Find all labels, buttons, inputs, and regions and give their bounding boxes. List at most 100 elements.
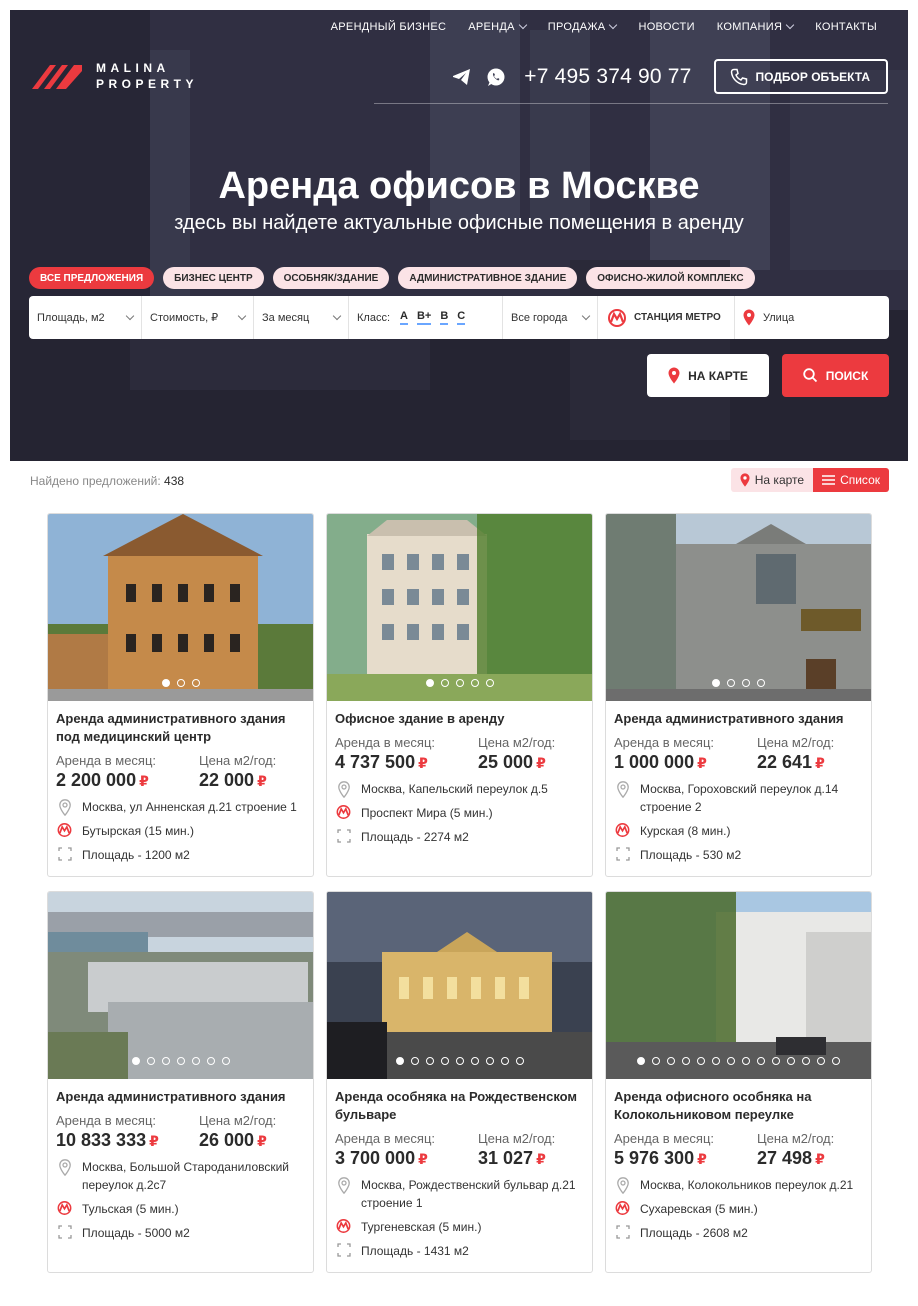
pill-office-residential[interactable]: Офисно-жилой комплекс bbox=[586, 267, 755, 289]
photo-carousel-dots[interactable] bbox=[327, 1057, 592, 1065]
pill-business-center[interactable]: Бизнес центр bbox=[163, 267, 264, 289]
carousel-dot[interactable] bbox=[682, 1057, 690, 1065]
listing-photo[interactable] bbox=[606, 514, 871, 701]
carousel-dot[interactable] bbox=[727, 1057, 735, 1065]
pill-mansion-building[interactable]: Особняк/здание bbox=[272, 267, 390, 289]
carousel-dot[interactable] bbox=[500, 1057, 509, 1065]
carousel-dot[interactable] bbox=[470, 1057, 479, 1065]
nav-item-rent[interactable]: Аренда bbox=[457, 20, 537, 33]
area-select[interactable]: Площадь, м2 bbox=[29, 296, 142, 339]
carousel-dot[interactable] bbox=[440, 679, 449, 687]
carousel-dot[interactable] bbox=[817, 1057, 825, 1065]
carousel-dot[interactable] bbox=[727, 679, 735, 687]
nav-item-news[interactable]: Новости bbox=[627, 21, 705, 33]
photo-carousel-dots[interactable] bbox=[327, 679, 592, 687]
carousel-dot[interactable] bbox=[485, 1057, 494, 1065]
carousel-dot[interactable] bbox=[712, 679, 720, 687]
listing-photo[interactable] bbox=[327, 892, 592, 1079]
listing-photo[interactable] bbox=[606, 892, 871, 1079]
whatsapp-icon[interactable] bbox=[486, 67, 506, 87]
carousel-dot[interactable] bbox=[712, 1057, 720, 1065]
listing-card[interactable]: Офисное здание в аренду Аренда в месяц: 4… bbox=[326, 513, 593, 877]
listing-title[interactable]: Аренда офисного особняка на Колокольнико… bbox=[614, 1088, 863, 1124]
phone-number[interactable]: +7 495 374 90 77 bbox=[524, 65, 691, 89]
class-a-toggle[interactable]: A bbox=[400, 310, 408, 325]
carousel-dot[interactable] bbox=[757, 1057, 765, 1065]
carousel-dot[interactable] bbox=[515, 1057, 524, 1065]
nav-item-sale[interactable]: Продажа bbox=[537, 20, 628, 33]
carousel-dot[interactable] bbox=[637, 1057, 645, 1065]
carousel-dot[interactable] bbox=[667, 1057, 675, 1065]
pill-administrative-building[interactable]: Административное здание bbox=[398, 267, 578, 289]
carousel-dot[interactable] bbox=[832, 1057, 840, 1065]
listing-card[interactable]: Аренда особняка на Рождественском бульва… bbox=[326, 891, 593, 1273]
carousel-dot[interactable] bbox=[191, 679, 200, 687]
period-select[interactable]: За месяц bbox=[254, 296, 349, 339]
carousel-dot[interactable] bbox=[425, 679, 434, 687]
carousel-dot[interactable] bbox=[757, 679, 765, 687]
carousel-dot[interactable] bbox=[410, 1057, 419, 1065]
carousel-dot[interactable] bbox=[742, 679, 750, 687]
carousel-dot[interactable] bbox=[146, 1057, 155, 1065]
carousel-dot[interactable] bbox=[772, 1057, 780, 1065]
view-map-button[interactable]: На карте bbox=[730, 468, 814, 492]
telegram-icon[interactable] bbox=[452, 68, 472, 86]
listing-card[interactable]: Аренда административного здания Аренда в… bbox=[605, 513, 872, 877]
logo[interactable]: MALINA PROPERTY bbox=[30, 60, 198, 92]
photo-carousel-dots[interactable] bbox=[48, 679, 313, 687]
carousel-dot[interactable] bbox=[787, 1057, 795, 1065]
listing-card[interactable]: Аренда административного здания Аренда в… bbox=[47, 891, 314, 1273]
carousel-dot[interactable] bbox=[742, 1057, 750, 1065]
carousel-dot[interactable] bbox=[131, 1057, 140, 1065]
carousel-dot[interactable] bbox=[161, 679, 170, 687]
photo-carousel-dots[interactable] bbox=[606, 679, 871, 687]
carousel-dot[interactable] bbox=[485, 679, 494, 687]
listing-card[interactable]: Аренда административного здания под меди… bbox=[47, 513, 314, 877]
metro-select[interactable]: СТАНЦИЯ МЕТРО bbox=[598, 296, 735, 339]
carousel-dot[interactable] bbox=[425, 1057, 434, 1065]
nav-item-rental-business[interactable]: Арендный бизнес bbox=[320, 21, 458, 33]
carousel-dot[interactable] bbox=[455, 679, 464, 687]
select-object-button[interactable]: ПОДБОР ОБЪЕКТА bbox=[713, 59, 888, 94]
cost-select[interactable]: Стоимость, ₽ bbox=[142, 296, 254, 339]
class-c-toggle[interactable]: C bbox=[457, 310, 466, 325]
class-b-plus-toggle[interactable]: B+ bbox=[416, 310, 432, 325]
listing-photo[interactable] bbox=[48, 514, 313, 701]
carousel-dot[interactable] bbox=[176, 679, 185, 687]
pill-all-offers[interactable]: Все предложения bbox=[29, 267, 155, 289]
listing-card[interactable]: Аренда офисного особняка на Колокольнико… bbox=[605, 891, 872, 1273]
carousel-dot[interactable] bbox=[697, 1057, 705, 1065]
photo-carousel-dots[interactable] bbox=[48, 1057, 313, 1065]
carousel-dot[interactable] bbox=[206, 1057, 215, 1065]
nav-item-contacts[interactable]: Контакты bbox=[804, 21, 888, 33]
photo-carousel-dots[interactable] bbox=[606, 1057, 871, 1065]
carousel-dot[interactable] bbox=[161, 1057, 170, 1065]
hero-section: Арендный бизнес Аренда Продажа Новости К… bbox=[10, 10, 908, 461]
city-select[interactable]: Все города bbox=[503, 296, 598, 339]
building-photo-image bbox=[606, 892, 871, 1079]
carousel-dot[interactable] bbox=[470, 679, 479, 687]
listing-title[interactable]: Аренда административного здания под меди… bbox=[56, 710, 305, 746]
class-b-toggle[interactable]: B bbox=[440, 310, 449, 325]
listing-area: Площадь - 530 м2 bbox=[640, 848, 742, 862]
nav-item-company[interactable]: Компания bbox=[706, 20, 804, 33]
listing-title[interactable]: Аренда административного здания bbox=[614, 710, 863, 728]
carousel-dot[interactable] bbox=[802, 1057, 810, 1065]
location-pin-icon bbox=[668, 367, 680, 384]
search-button[interactable]: ПОИСК bbox=[782, 354, 889, 397]
carousel-dot[interactable] bbox=[395, 1057, 404, 1065]
carousel-dot[interactable] bbox=[652, 1057, 660, 1065]
carousel-dot[interactable] bbox=[191, 1057, 200, 1065]
carousel-dot[interactable] bbox=[221, 1057, 230, 1065]
listing-title[interactable]: Аренда административного здания bbox=[56, 1088, 305, 1106]
carousel-dot[interactable] bbox=[455, 1057, 464, 1065]
listing-title[interactable]: Аренда особняка на Рождественском бульва… bbox=[335, 1088, 584, 1124]
view-list-button[interactable]: Список bbox=[813, 468, 889, 492]
listing-photo[interactable] bbox=[48, 892, 313, 1079]
street-input[interactable]: Улица bbox=[735, 296, 889, 339]
listing-title[interactable]: Офисное здание в аренду bbox=[335, 710, 584, 728]
listing-photo[interactable] bbox=[327, 514, 592, 701]
show-on-map-button[interactable]: НА КАРТЕ bbox=[647, 354, 769, 397]
carousel-dot[interactable] bbox=[176, 1057, 185, 1065]
carousel-dot[interactable] bbox=[440, 1057, 449, 1065]
